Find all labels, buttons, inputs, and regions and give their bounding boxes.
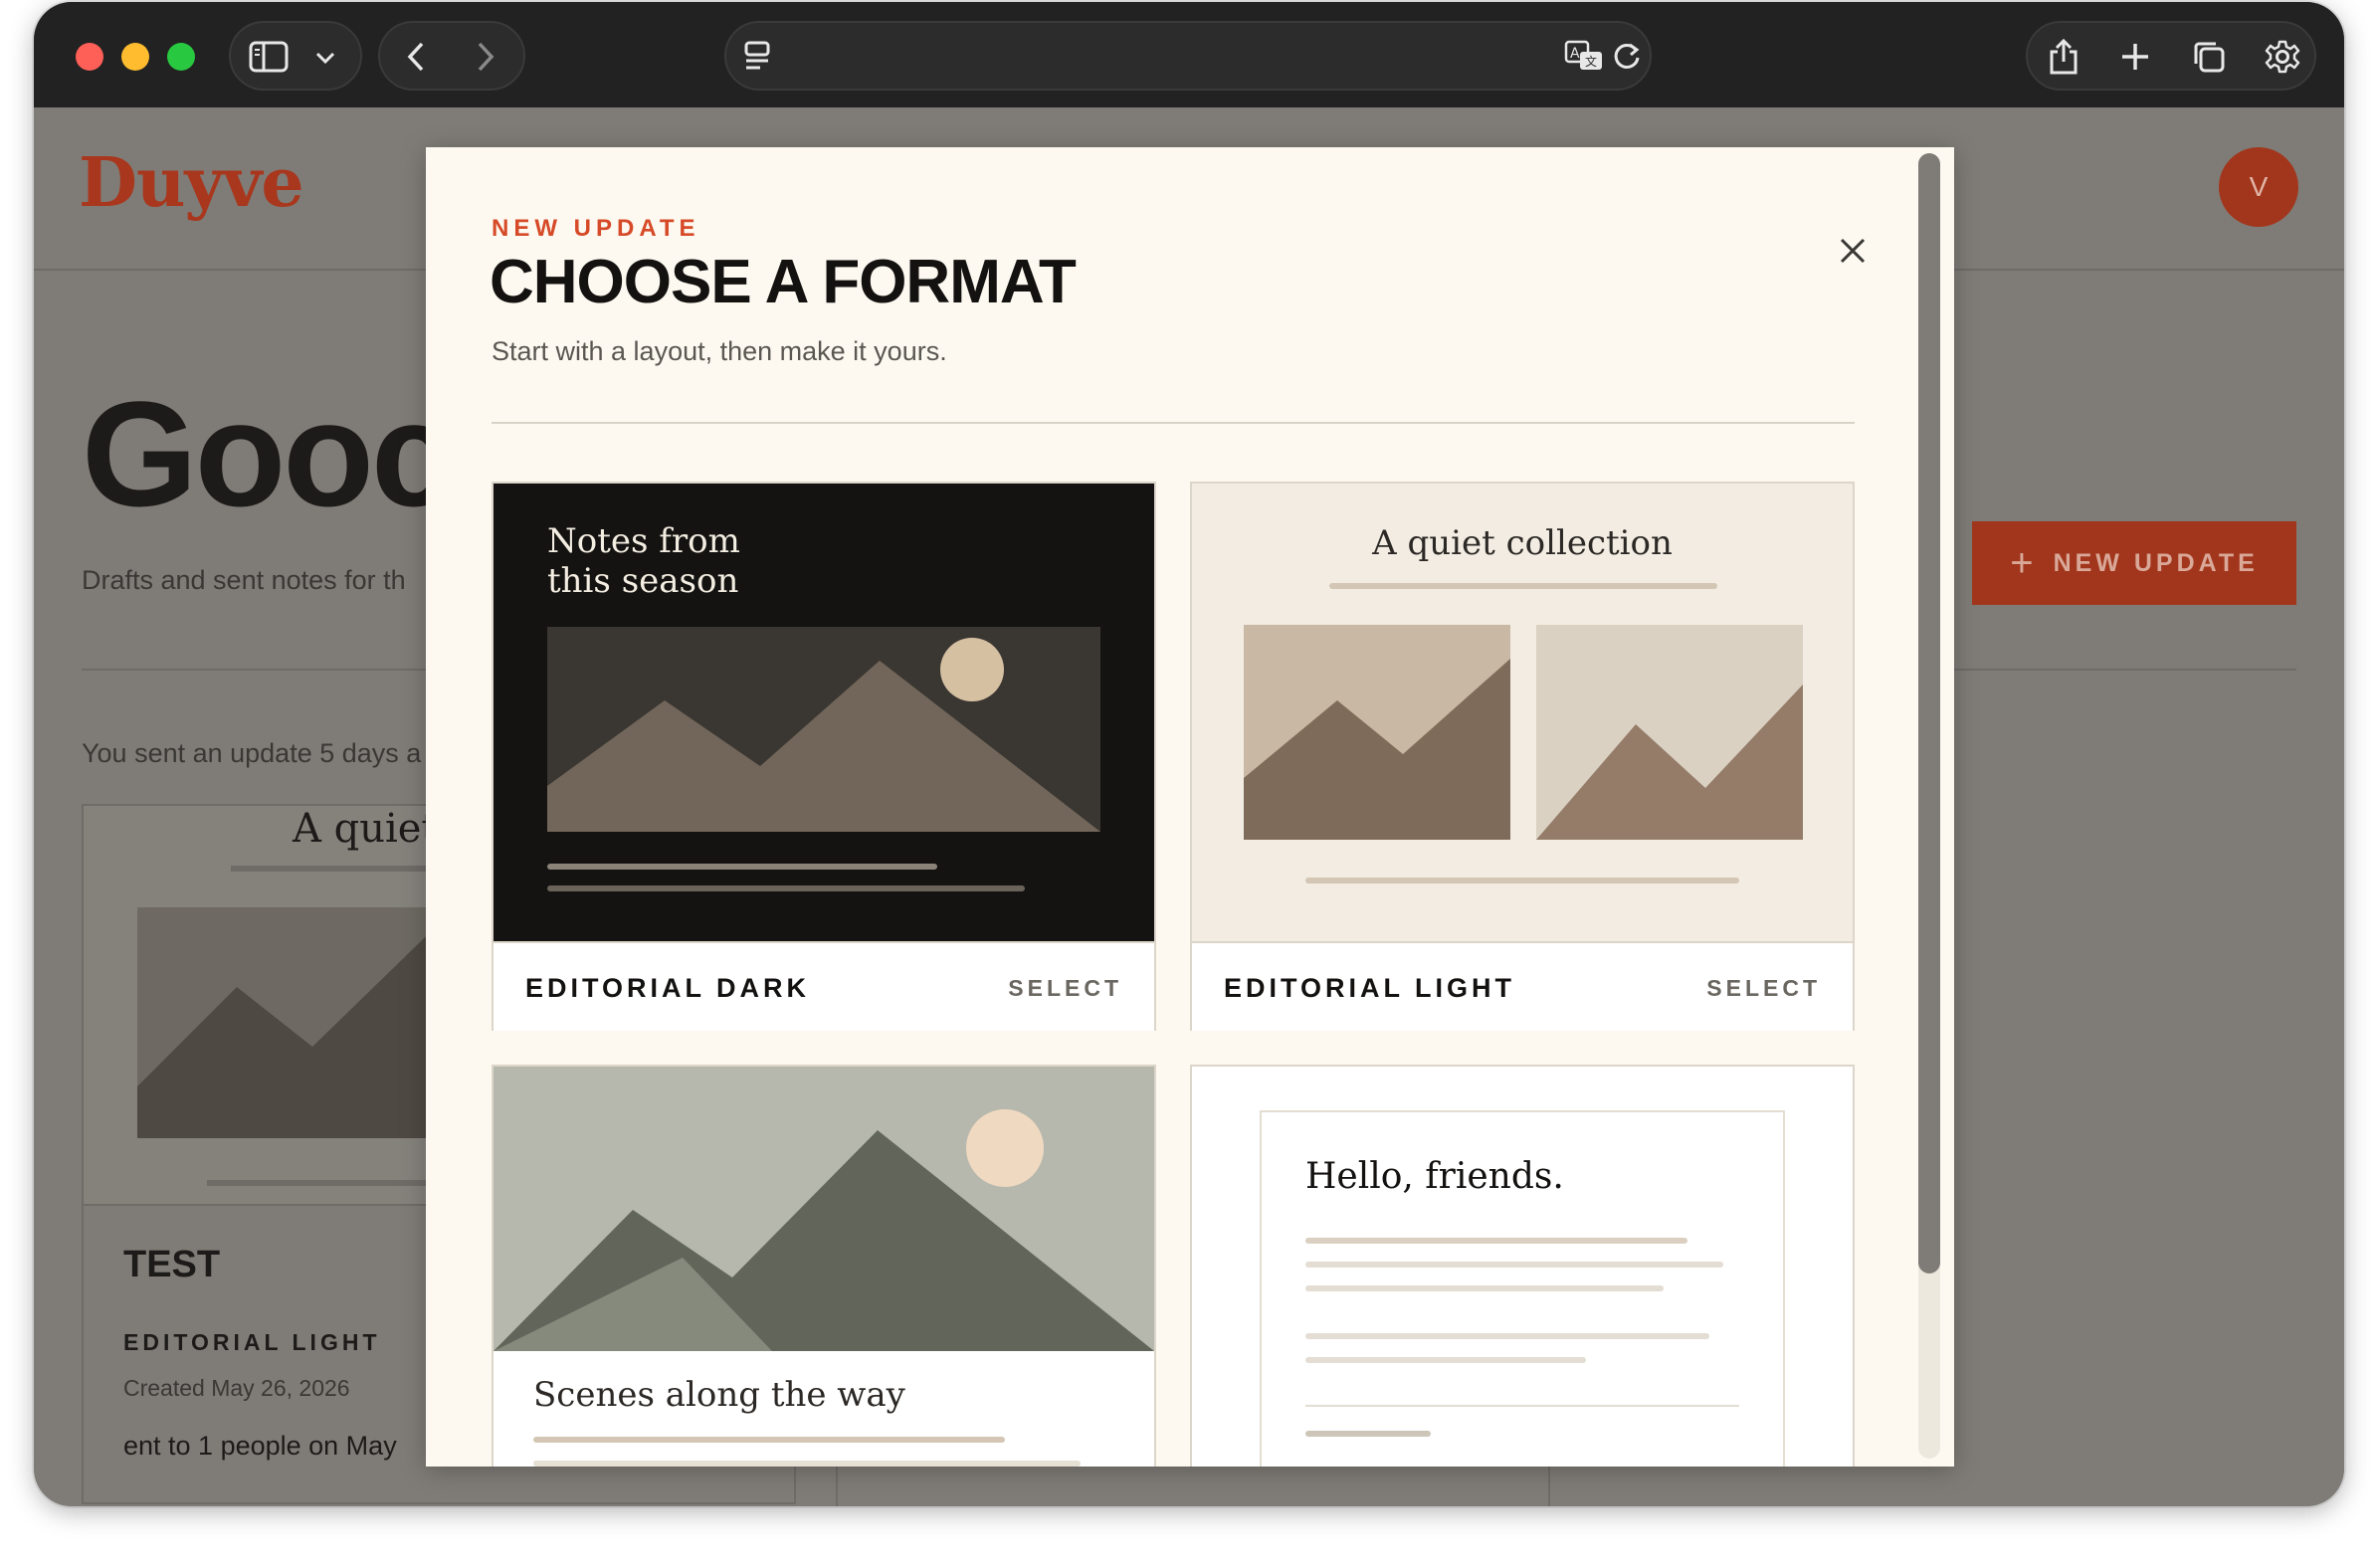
format-card-editorial-dark[interactable]: Notes from this season EDITORIAL DARK SE… [492, 482, 1156, 1031]
new-update-label: NEW UPDATE [2053, 548, 2259, 577]
preview-title-line2: this season [547, 561, 739, 601]
svg-text:A: A [1570, 46, 1580, 62]
format-preview: Hello, friends. [1260, 1110, 1785, 1467]
update-created-date: Created May 26, 2026 [123, 1375, 350, 1401]
preview-title-line1: Notes from [547, 521, 740, 561]
plus-icon: + [2010, 540, 2034, 585]
format-preview: Notes from this season [494, 484, 1154, 941]
minimize-window-button[interactable] [121, 43, 149, 71]
forward-icon[interactable] [468, 39, 503, 75]
sent-status-text: You sent an update 5 days a [82, 738, 422, 768]
new-update-button[interactable]: + NEW UPDATE [1972, 521, 2296, 605]
scrollbar-thumb[interactable] [1918, 153, 1940, 1274]
choose-format-dialog: NEW UPDATE CHOOSE A FORMAT Start with a … [426, 147, 1954, 1467]
browser-actions-group [2026, 21, 2316, 91]
format-card-footer: EDITORIAL LIGHT SELECT [1192, 941, 1853, 1031]
dialog-title: CHOOSE A FORMAT [490, 248, 1077, 316]
tabs-icon[interactable] [2187, 35, 2231, 79]
sidebar-icon[interactable] [249, 37, 289, 77]
preview-title: A quiet collection [1372, 523, 1673, 563]
gear-icon[interactable] [2261, 35, 2304, 79]
zoom-window-button[interactable] [167, 43, 195, 71]
format-name: EDITORIAL LIGHT [1224, 973, 1516, 1003]
preview-title: Hello, friends. [1305, 1156, 1564, 1197]
preview-image [547, 627, 1100, 832]
plus-icon[interactable] [2113, 35, 2157, 79]
logo[interactable]: Duyve [79, 143, 304, 223]
chevron-down-icon[interactable] [310, 43, 340, 73]
close-icon [1840, 238, 1866, 264]
close-window-button[interactable] [76, 43, 103, 71]
reload-icon[interactable] [1608, 37, 1646, 75]
greeting-heading: Gooc [82, 370, 454, 537]
app-page: Duyve V Gooc Drafts and sent notes for t… [34, 107, 2344, 1506]
update-sent-to: ent to 1 people on May [123, 1431, 397, 1461]
dialog-divider [492, 422, 1855, 424]
address-bar[interactable]: A文 [724, 21, 1652, 91]
format-preview [494, 1067, 1154, 1351]
navigation-group [378, 21, 525, 91]
format-card-scenes[interactable]: Scenes along the way [492, 1065, 1156, 1467]
select-button[interactable]: SELECT [1008, 975, 1122, 1002]
browser-window: A文 Duyve V Gooc Drafts and sent notes fo… [34, 2, 2344, 1506]
update-format: EDITORIAL LIGHT [123, 1329, 381, 1355]
share-icon[interactable] [2042, 35, 2085, 79]
preview-image [494, 1067, 1154, 1351]
format-preview: A quiet collection [1192, 484, 1853, 941]
reader-icon[interactable] [740, 39, 774, 73]
sidebar-toggle-group [229, 21, 362, 91]
dialog-subtitle: Start with a layout, then make it yours. [492, 336, 947, 366]
svg-text:文: 文 [1585, 54, 1597, 69]
format-name: EDITORIAL DARK [525, 973, 811, 1003]
dialog-eyebrow: NEW UPDATE [492, 215, 700, 242]
select-button[interactable]: SELECT [1706, 975, 1821, 1002]
update-title: TEST [123, 1244, 221, 1285]
drafts-text: Drafts and sent notes for th [82, 565, 406, 595]
browser-toolbar: A文 [34, 2, 2344, 107]
format-card-footer: EDITORIAL DARK SELECT [494, 941, 1154, 1031]
format-card-editorial-light[interactable]: A quiet collection EDITORIAL LIGHT SELEC… [1190, 482, 1855, 1031]
preview-image-left [1244, 625, 1510, 840]
preview-title: Scenes along the way [533, 1375, 905, 1415]
translate-icon[interactable]: A文 [1564, 37, 1604, 75]
back-icon[interactable] [398, 39, 434, 75]
preview-image-right [1536, 625, 1803, 840]
format-card-letter[interactable]: Hello, friends. [1190, 1065, 1855, 1467]
close-button[interactable] [1831, 229, 1875, 273]
avatar[interactable]: V [2219, 147, 2298, 227]
